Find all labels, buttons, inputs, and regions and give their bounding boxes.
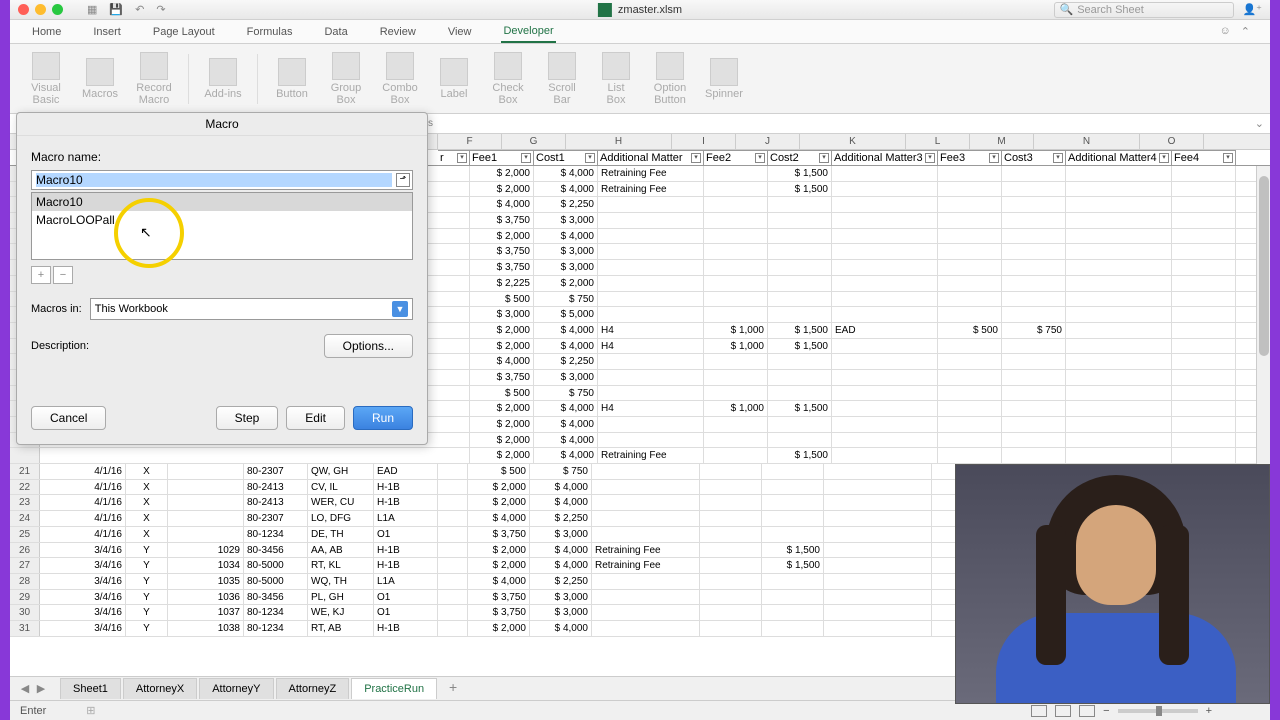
run-button[interactable]: Run — [353, 406, 413, 430]
add-sheet[interactable]: + — [443, 679, 463, 699]
redo-icon[interactable]: ↷ — [156, 3, 165, 16]
cancel-button[interactable]: Cancel — [31, 406, 106, 430]
dropdown-arrow-icon: ▼ — [392, 301, 408, 317]
view-layout-icon[interactable] — [1055, 705, 1071, 717]
table-row[interactable]: $ 2,000$ 4,000Retraining Fee$ 1,500 — [10, 448, 1270, 464]
ribbon: VisualBasicMacrosRecordMacro Add-ins Butto… — [10, 44, 1270, 114]
sheet-nav-prev[interactable]: ◀ — [18, 682, 32, 696]
tab-page-layout[interactable]: Page Layout — [151, 22, 217, 42]
macro-list-item[interactable]: MacroLOOPall — [32, 211, 412, 229]
search-sheet[interactable]: 🔍 Search Sheet — [1054, 2, 1234, 18]
column-filter[interactable]: Additional Matter3▾ — [832, 150, 938, 165]
column-filter[interactable]: Fee3▾ — [938, 150, 1002, 165]
ribbon-check-box[interactable]: CheckBox — [484, 49, 532, 109]
step-button[interactable]: Step — [216, 406, 279, 430]
column-filter[interactable]: Fee1▾ — [470, 150, 534, 165]
column-filter[interactable]: Cost3▾ — [1002, 150, 1066, 165]
share-icon[interactable]: 👤⁺ — [1242, 3, 1262, 16]
macros-in-select[interactable]: This Workbook ▼ — [90, 298, 413, 320]
status-icon: ⊞ — [86, 704, 95, 717]
collapse-ribbon-icon[interactable]: ⌃ — [1241, 25, 1250, 38]
ribbon-macros[interactable]: Macros — [76, 49, 124, 109]
ribbon-add-ins[interactable]: Add-ins — [199, 49, 247, 109]
webcam-overlay — [955, 464, 1270, 704]
column-filter[interactable]: Fee4▾ — [1172, 150, 1236, 165]
add-macro-button[interactable]: + — [31, 266, 51, 284]
ribbon-option-button[interactable]: OptionButton — [646, 49, 694, 109]
collapse-icon[interactable]: ⬏ — [396, 173, 410, 187]
edit-button[interactable]: Edit — [286, 406, 345, 430]
ribbon-group-box[interactable]: GroupBox — [322, 49, 370, 109]
sheet-tab-attorneyx[interactable]: AttorneyX — [123, 678, 197, 699]
tab-insert[interactable]: Insert — [91, 22, 123, 42]
document-title: zmaster.xlsm — [598, 3, 682, 17]
zoom-in[interactable]: + — [1206, 705, 1212, 717]
titlebar: ▦ 💾 ↶ ↷ zmaster.xlsm 🔍 Search Sheet 👤⁺ — [10, 0, 1270, 20]
zoom-slider[interactable] — [1118, 709, 1198, 713]
macro-dialog: Macro Macro name: ⬏ Macro10MacroLOOPall … — [16, 112, 428, 445]
column-filter[interactable]: Cost2▾ — [768, 150, 832, 165]
tab-home[interactable]: Home — [30, 22, 63, 42]
ribbon-label[interactable]: Label — [430, 49, 478, 109]
macros-in-value: This Workbook — [95, 303, 168, 315]
macro-list[interactable]: Macro10MacroLOOPall — [31, 192, 413, 260]
tab-data[interactable]: Data — [322, 22, 349, 42]
ribbon-scroll-bar[interactable]: ScrollBar — [538, 49, 586, 109]
column-filter[interactable]: Additional Matter4▾ — [1066, 150, 1172, 165]
search-placeholder: Search Sheet — [1077, 4, 1144, 16]
tab-review[interactable]: Review — [378, 22, 418, 42]
remove-macro-button[interactable]: − — [53, 266, 73, 284]
search-icon: 🔍 — [1059, 3, 1073, 16]
ribbon-visual-basic[interactable]: VisualBasic — [22, 49, 70, 109]
sheet-tab-practicerun[interactable]: PracticeRun — [351, 678, 437, 699]
zoom-out[interactable]: − — [1103, 705, 1109, 717]
excel-icon — [598, 3, 612, 17]
tab-developer[interactable]: Developer — [501, 21, 555, 43]
description-label: Description: — [31, 340, 89, 352]
macro-list-item[interactable]: Macro10 — [32, 193, 412, 211]
sheet-tab-sheet1[interactable]: Sheet1 — [60, 678, 121, 699]
ribbon-list-box[interactable]: ListBox — [592, 49, 640, 109]
macro-name-label: Macro name: — [31, 150, 413, 164]
ribbon-combo-box[interactable]: ComboBox — [376, 49, 424, 109]
toolbar-icons: ▦ 💾 ↶ ↷ — [87, 3, 166, 16]
column-filter[interactable]: r▾ — [438, 150, 470, 165]
options-button[interactable]: Options... — [324, 334, 413, 358]
view-normal-icon[interactable] — [1031, 705, 1047, 717]
window-controls — [18, 4, 63, 15]
undo-icon[interactable]: ↶ — [135, 3, 144, 16]
dialog-title: Macro — [17, 113, 427, 136]
maximize-window[interactable] — [52, 4, 63, 15]
sheet-nav-next[interactable]: ▶ — [34, 682, 48, 696]
tab-formulas[interactable]: Formulas — [245, 22, 295, 42]
macro-name-input[interactable]: ⬏ — [31, 170, 413, 190]
close-window[interactable] — [18, 4, 29, 15]
panel-icon[interactable]: ▦ — [87, 3, 97, 16]
sheet-tab-attorneyy[interactable]: AttorneyY — [199, 678, 273, 699]
status-mode: Enter — [20, 705, 46, 717]
view-break-icon[interactable] — [1079, 705, 1095, 717]
help-icon[interactable]: ☺ — [1220, 25, 1231, 38]
ribbon-tabs: Home Insert Page Layout Formulas Data Review V… — [10, 20, 1270, 44]
macro-name-field[interactable] — [36, 173, 392, 187]
ribbon-record-macro[interactable]: RecordMacro — [130, 49, 178, 109]
ribbon-button[interactable]: Button — [268, 49, 316, 109]
collapse-formula-icon[interactable]: ⌄ — [1255, 117, 1270, 130]
column-filter[interactable]: Cost1▾ — [534, 150, 598, 165]
formula-fragment: s — [428, 118, 433, 129]
column-filter[interactable]: Additional Matter▾ — [598, 150, 704, 165]
minimize-window[interactable] — [35, 4, 46, 15]
save-icon[interactable]: 💾 — [109, 3, 123, 16]
sheet-tab-attorneyz[interactable]: AttorneyZ — [276, 678, 350, 699]
column-filter[interactable]: Fee2▾ — [704, 150, 768, 165]
tab-view[interactable]: View — [446, 22, 474, 42]
macros-in-label: Macros in: — [31, 303, 82, 315]
filename: zmaster.xlsm — [618, 4, 682, 16]
ribbon-spinner[interactable]: Spinner — [700, 49, 748, 109]
